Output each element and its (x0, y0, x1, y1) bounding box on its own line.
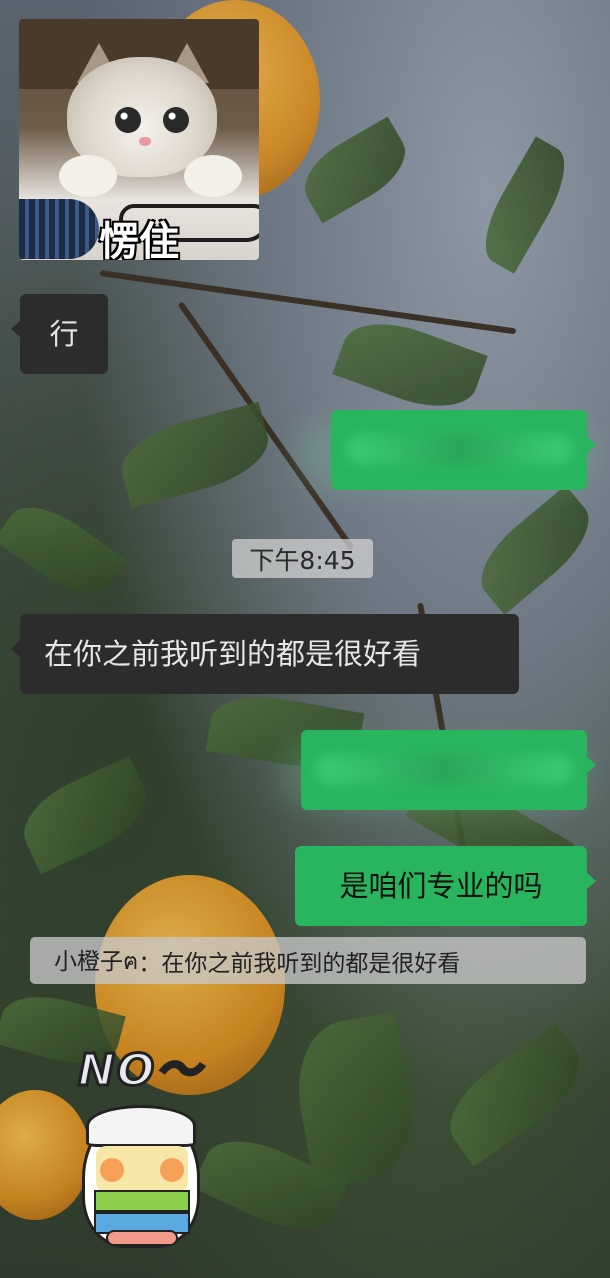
message-text: 是咱们专业的吗 (339, 868, 543, 903)
cat-eye-icon (163, 107, 189, 133)
quoted-message-preview[interactable]: 小橙子ฅ：在你之前我听到的都是很好看 (30, 937, 586, 984)
cheek-icon (160, 1158, 184, 1182)
incoming-message-bubble[interactable]: 在你之前我听到的都是很好看 (11, 614, 519, 694)
outgoing-message-bubble-redacted[interactable] (301, 730, 596, 810)
wallpaper-leaf (433, 1023, 597, 1167)
wallpaper-leaf (465, 485, 605, 615)
message-text: 在你之前我听到的都是很好看 (44, 636, 422, 671)
redacted-text (347, 435, 571, 465)
sticker-caption: 愣住 (99, 219, 179, 260)
sticker-caption: NO～ (76, 1044, 203, 1098)
chick-sticker-message[interactable]: NO～ (72, 1030, 222, 1255)
incoming-message-bubble[interactable]: 行 (11, 294, 108, 374)
wallpaper-leaf (286, 1011, 424, 1189)
wallpaper-branch (99, 270, 517, 335)
cat-paw-icon (184, 155, 242, 197)
wallpaper-leaf (11, 755, 159, 875)
cat-sticker-message[interactable]: 愣住 (19, 19, 259, 260)
feet-icon (106, 1230, 178, 1246)
cat-paw-icon (59, 155, 117, 197)
redacted-text (317, 755, 571, 785)
quote-sender: 小橙子ฅ (54, 948, 139, 975)
cat-nose-icon (139, 137, 151, 146)
wallpaper-leaf (0, 491, 127, 609)
cheek-icon (100, 1158, 124, 1182)
outgoing-message-bubble[interactable]: 是咱们专业的吗 (295, 846, 596, 926)
quote-separator: ： (138, 950, 162, 977)
timestamp-divider: 下午8:45 (232, 539, 373, 578)
shirt-icon (94, 1190, 190, 1212)
wallpaper-leaf (470, 136, 580, 274)
cat-eye-icon (115, 107, 141, 133)
outgoing-message-bubble-redacted[interactable] (331, 410, 596, 490)
message-text: 行 (49, 316, 79, 351)
wallpaper-leaf (113, 401, 277, 509)
quote-text: 在你之前我听到的都是很好看 (161, 950, 461, 977)
hat-icon (86, 1105, 196, 1147)
